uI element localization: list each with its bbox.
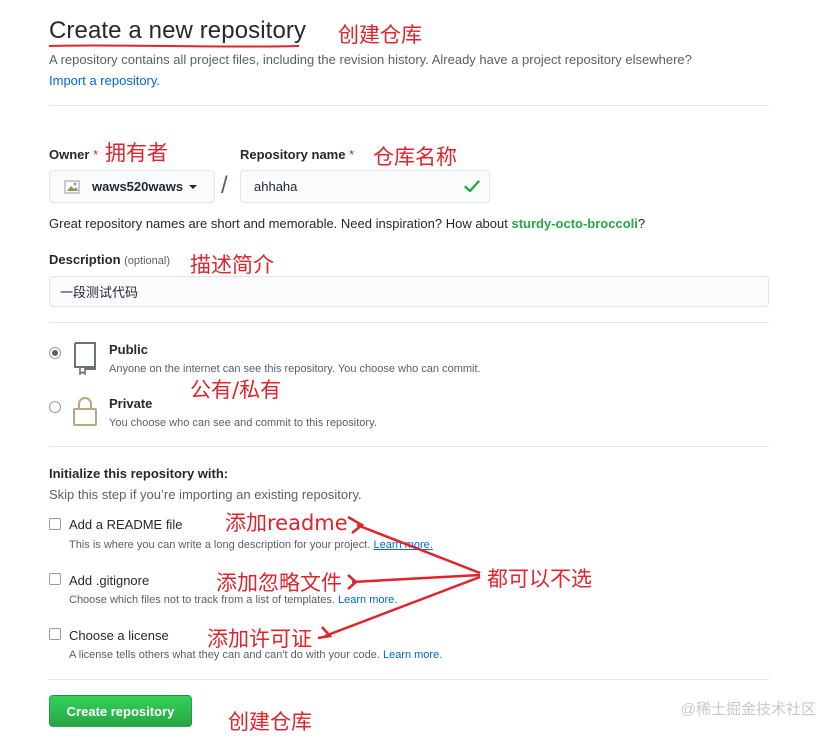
annotation-create-repo: 创建仓库 xyxy=(338,23,422,47)
public-title: Public xyxy=(109,342,149,357)
import-repository-link[interactable]: Import a repository. xyxy=(49,73,160,88)
license-checkbox[interactable] xyxy=(49,628,61,640)
annotation-create-button: 创建仓库 xyxy=(228,710,312,734)
license-title: Choose a license xyxy=(69,628,169,643)
readme-title: Add a README file xyxy=(69,517,183,532)
annotation-license: 添加许可证 xyxy=(207,627,312,651)
repo-name-hint: Great repository names are short and mem… xyxy=(49,216,646,231)
divider xyxy=(49,322,769,323)
title-underline-annotation xyxy=(48,44,300,48)
annotation-arrows xyxy=(317,515,481,640)
lock-icon xyxy=(73,397,97,426)
description-input[interactable] xyxy=(49,276,769,307)
private-title: Private xyxy=(109,396,153,411)
repository-name-input[interactable] xyxy=(240,170,490,203)
init-subtitle: Skip this step if you’re importing an ex… xyxy=(49,487,362,502)
check-icon xyxy=(464,180,480,193)
repo-icon xyxy=(74,342,96,375)
owner-label: Owner * xyxy=(49,147,99,162)
init-title: Initialize this repository with: xyxy=(49,466,229,481)
description-label: Description (optional) xyxy=(49,252,170,267)
watermark: @稀土掘金技术社区 xyxy=(680,701,816,718)
annotation-repo-name: 仓库名称 xyxy=(373,145,457,169)
divider xyxy=(49,679,769,680)
owner-select[interactable]: waws520waws xyxy=(49,170,215,203)
owner-avatar-icon xyxy=(64,180,80,193)
public-radio[interactable] xyxy=(49,347,61,359)
gitignore-checkbox[interactable] xyxy=(49,573,61,585)
owner-repo-separator: / xyxy=(221,172,228,199)
private-radio[interactable] xyxy=(49,401,61,413)
chevron-down-icon xyxy=(189,184,198,189)
divider xyxy=(49,446,769,447)
gitignore-title: Add .gitignore xyxy=(69,573,150,588)
annotation-visibility: 公有/私有 xyxy=(190,378,282,402)
license-learn-more-link[interactable]: Learn more. xyxy=(383,649,442,661)
page-subtitle: A repository contains all project files,… xyxy=(49,52,692,67)
divider xyxy=(49,105,769,106)
readme-checkbox[interactable] xyxy=(49,518,61,530)
annotation-owner: 拥有者 xyxy=(105,141,168,165)
name-suggestion[interactable]: sturdy-octo-broccoli xyxy=(511,216,637,231)
repo-name-label: Repository name * xyxy=(240,147,355,162)
public-desc: Anyone on the internet can see this repo… xyxy=(109,363,481,375)
annotation-description: 描述简介 xyxy=(190,253,274,277)
annotation-optional-all: 都可以不选 xyxy=(487,567,592,591)
create-repository-button[interactable]: Create repository xyxy=(49,695,192,727)
private-desc: You choose who can see and commit to thi… xyxy=(109,417,377,429)
page-title: Create a new repository xyxy=(49,17,307,44)
